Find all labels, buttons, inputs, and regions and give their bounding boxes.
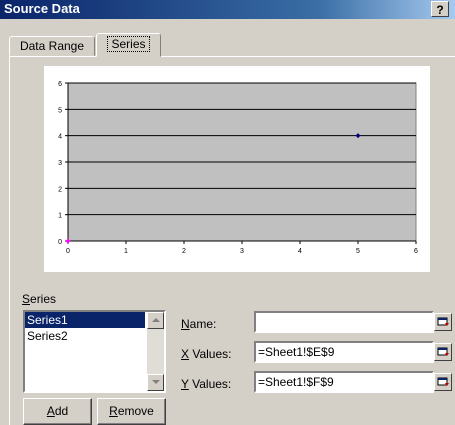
- add-button[interactable]: Add: [23, 398, 92, 425]
- tab-series[interactable]: Series: [96, 33, 161, 57]
- series-listbox[interactable]: Series1 Series2: [23, 310, 166, 393]
- add-button-mnemonic: A: [46, 404, 55, 418]
- chart-svg: 0 1 2 3 4 5 6 0 1 2 3 4 5 6: [58, 81, 418, 255]
- name-collapse-button[interactable]: [434, 313, 452, 331]
- arrow-down-icon: [151, 380, 160, 384]
- y-values-label: Y Values:: [181, 377, 231, 391]
- x-tick-label: 3: [240, 248, 244, 255]
- y-tick-label: 2: [58, 186, 62, 193]
- help-button[interactable]: ?: [431, 1, 449, 17]
- dialog-title: Source Data: [4, 1, 80, 16]
- list-item-series2[interactable]: Series2: [25, 328, 145, 344]
- x-tick-label: 1: [124, 248, 128, 255]
- list-item-series1[interactable]: Series1: [25, 312, 145, 328]
- tab-data-range-label: Data Range: [19, 39, 85, 53]
- collapse-dialog-icon: [437, 347, 449, 356]
- list-scrollbar[interactable]: [147, 312, 164, 391]
- y-tick-label: 6: [58, 81, 62, 88]
- series-group-label: Series: [22, 292, 56, 306]
- name-label: Name:: [181, 317, 216, 331]
- x-values-field[interactable]: =Sheet1!$E$9: [254, 341, 434, 363]
- tab-data-range[interactable]: Data Range: [9, 36, 95, 56]
- name-label-rest: ame:: [189, 317, 217, 331]
- y-values-label-mnemonic: Y: [181, 377, 189, 391]
- y-values-label-rest: Values:: [188, 377, 232, 391]
- title-bar: Source Data ?: [0, 0, 455, 19]
- remove-button[interactable]: Remove: [97, 398, 166, 425]
- collapse-dialog-icon: [437, 377, 449, 386]
- x-values-collapse-button[interactable]: [434, 343, 452, 361]
- scroll-up-button[interactable]: [147, 312, 164, 329]
- x-tick-label: 5: [356, 248, 360, 255]
- tab-series-label: Series: [107, 36, 150, 52]
- name-field[interactable]: [254, 311, 434, 333]
- name-label-mnemonic: N: [181, 317, 190, 331]
- y-tick-label: 1: [58, 213, 62, 220]
- x-values-label-mnemonic: X: [181, 347, 190, 361]
- x-values-label: X Values:: [181, 347, 231, 361]
- y-tick-label: 0: [58, 239, 62, 246]
- collapse-dialog-icon: [437, 317, 449, 326]
- remove-button-mnemonic: R: [109, 404, 118, 418]
- y-values-collapse-button[interactable]: [434, 373, 452, 391]
- series-group-label-rest: eries: [30, 292, 57, 306]
- x-tick-label: 0: [66, 248, 70, 255]
- y-tick-label: 5: [58, 107, 62, 114]
- scroll-down-button[interactable]: [147, 374, 164, 391]
- y-values-field[interactable]: =Sheet1!$F$9: [254, 371, 434, 393]
- x-values-label-rest: Values:: [189, 347, 232, 361]
- remove-button-rest: emove: [117, 404, 154, 418]
- x-tick-label: 6: [414, 248, 418, 255]
- add-button-rest: dd: [54, 404, 69, 418]
- y-tick-label: 4: [58, 134, 62, 141]
- series-group-label-mnemonic: S: [22, 292, 31, 306]
- x-tick-label: 2: [182, 248, 186, 255]
- arrow-up-icon: [151, 318, 160, 322]
- x-tick-label: 4: [298, 248, 302, 255]
- chart-preview: 0 1 2 3 4 5 6 0 1 2 3 4 5 6: [44, 66, 430, 272]
- y-tick-label: 3: [58, 160, 62, 167]
